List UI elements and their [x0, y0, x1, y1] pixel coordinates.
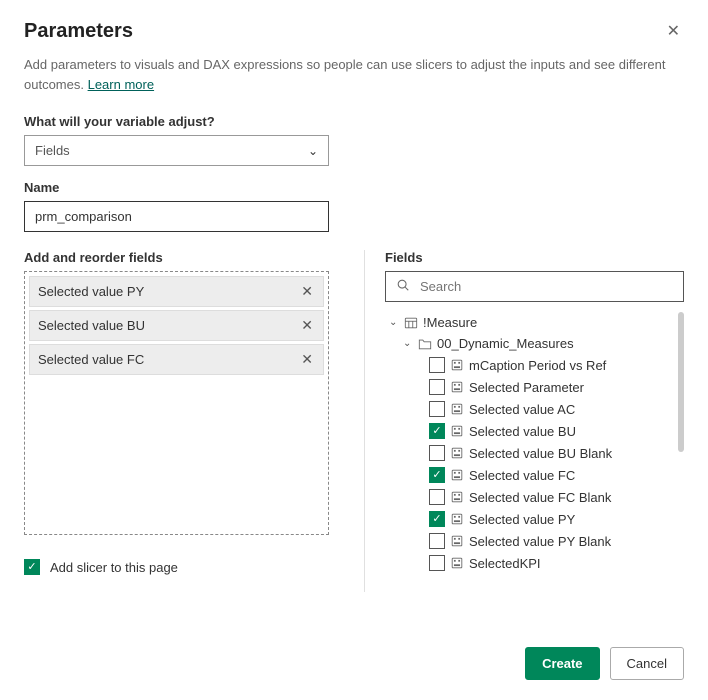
field-label: Selected value BU: [469, 424, 576, 439]
tree-field-item[interactable]: Selected value AC: [385, 398, 684, 420]
reorder-label: Add and reorder fields: [24, 250, 334, 265]
learn-more-link[interactable]: Learn more: [88, 77, 154, 92]
remove-icon[interactable]: ✕: [299, 351, 315, 368]
measure-icon: [450, 446, 464, 460]
variable-adjust-select[interactable]: Fields ⌄: [24, 135, 329, 166]
field-label: Selected value PY: [469, 512, 575, 527]
reorder-item[interactable]: Selected value FC ✕: [29, 344, 324, 375]
field-label: Selected value FC Blank: [469, 490, 611, 505]
fields-search[interactable]: [385, 271, 684, 302]
remove-icon[interactable]: ✕: [299, 283, 315, 300]
field-checkbox[interactable]: [429, 379, 445, 395]
field-label: Selected value PY Blank: [469, 534, 611, 549]
measure-icon: [450, 380, 464, 394]
field-checkbox[interactable]: [429, 401, 445, 417]
field-checkbox[interactable]: ✓: [429, 423, 445, 439]
scrollbar[interactable]: [678, 312, 684, 452]
dialog-intro: Add parameters to visuals and DAX expres…: [24, 55, 684, 94]
tree-field-item[interactable]: Selected value BU Blank: [385, 442, 684, 464]
measure-icon: [450, 402, 464, 416]
remove-icon[interactable]: ✕: [299, 317, 315, 334]
field-checkbox[interactable]: [429, 357, 445, 373]
tree-field-item[interactable]: Selected value FC Blank: [385, 486, 684, 508]
field-label: Selected value FC: [469, 468, 575, 483]
table-icon: [404, 316, 418, 330]
fields-label: Fields: [385, 250, 684, 265]
tree-field-item[interactable]: ✓ Selected value PY: [385, 508, 684, 530]
reorder-list[interactable]: Selected value PY ✕ Selected value BU ✕ …: [24, 271, 329, 535]
name-label: Name: [24, 180, 684, 195]
variable-adjust-label: What will your variable adjust?: [24, 114, 684, 129]
close-button[interactable]: ✕: [663, 20, 684, 44]
measure-icon: [450, 512, 464, 526]
tree-field-item[interactable]: Selected Parameter: [385, 376, 684, 398]
field-label: mCaption Period vs Ref: [469, 358, 606, 373]
folder-icon: [418, 337, 432, 351]
search-icon: [396, 278, 410, 295]
measure-icon: [450, 468, 464, 482]
tree-folder-node[interactable]: ⌄ 00_Dynamic_Measures: [385, 333, 684, 354]
measure-icon: [450, 534, 464, 548]
field-checkbox[interactable]: ✓: [429, 511, 445, 527]
chevron-down-icon: ⌄: [308, 144, 318, 158]
search-input[interactable]: [418, 278, 673, 295]
tree-field-item[interactable]: ✓ Selected value BU: [385, 420, 684, 442]
measure-icon: [450, 358, 464, 372]
field-label: Selected value BU Blank: [469, 446, 612, 461]
tree-field-item[interactable]: SelectedKPI: [385, 552, 684, 574]
field-label: Selected value AC: [469, 402, 575, 417]
measure-icon: [450, 556, 464, 570]
field-checkbox[interactable]: ✓: [429, 467, 445, 483]
reorder-item[interactable]: Selected value PY ✕: [29, 276, 324, 307]
field-label: Selected Parameter: [469, 380, 584, 395]
add-slicer-label: Add slicer to this page: [50, 560, 178, 575]
dialog-title: Parameters: [24, 20, 133, 43]
cancel-button[interactable]: Cancel: [610, 647, 684, 680]
measure-icon: [450, 490, 464, 504]
add-slicer-checkbox[interactable]: ✓: [24, 559, 40, 575]
measure-icon: [450, 424, 464, 438]
field-checkbox[interactable]: [429, 533, 445, 549]
field-label: SelectedKPI: [469, 556, 541, 571]
create-button[interactable]: Create: [525, 647, 599, 680]
tree-field-item[interactable]: Selected value PY Blank: [385, 530, 684, 552]
chevron-down-icon: ⌄: [403, 338, 413, 349]
reorder-item[interactable]: Selected value BU ✕: [29, 310, 324, 341]
tree-table-node[interactable]: ⌄ !Measure: [385, 312, 684, 333]
field-checkbox[interactable]: [429, 445, 445, 461]
name-input[interactable]: [24, 201, 329, 232]
fields-tree[interactable]: ⌄ !Measure ⌄ 00_Dynamic_Measures mCaptio…: [385, 312, 684, 592]
chevron-down-icon: ⌄: [389, 317, 399, 328]
tree-field-item[interactable]: mCaption Period vs Ref: [385, 354, 684, 376]
field-checkbox[interactable]: [429, 555, 445, 571]
field-checkbox[interactable]: [429, 489, 445, 505]
tree-field-item[interactable]: ✓ Selected value FC: [385, 464, 684, 486]
